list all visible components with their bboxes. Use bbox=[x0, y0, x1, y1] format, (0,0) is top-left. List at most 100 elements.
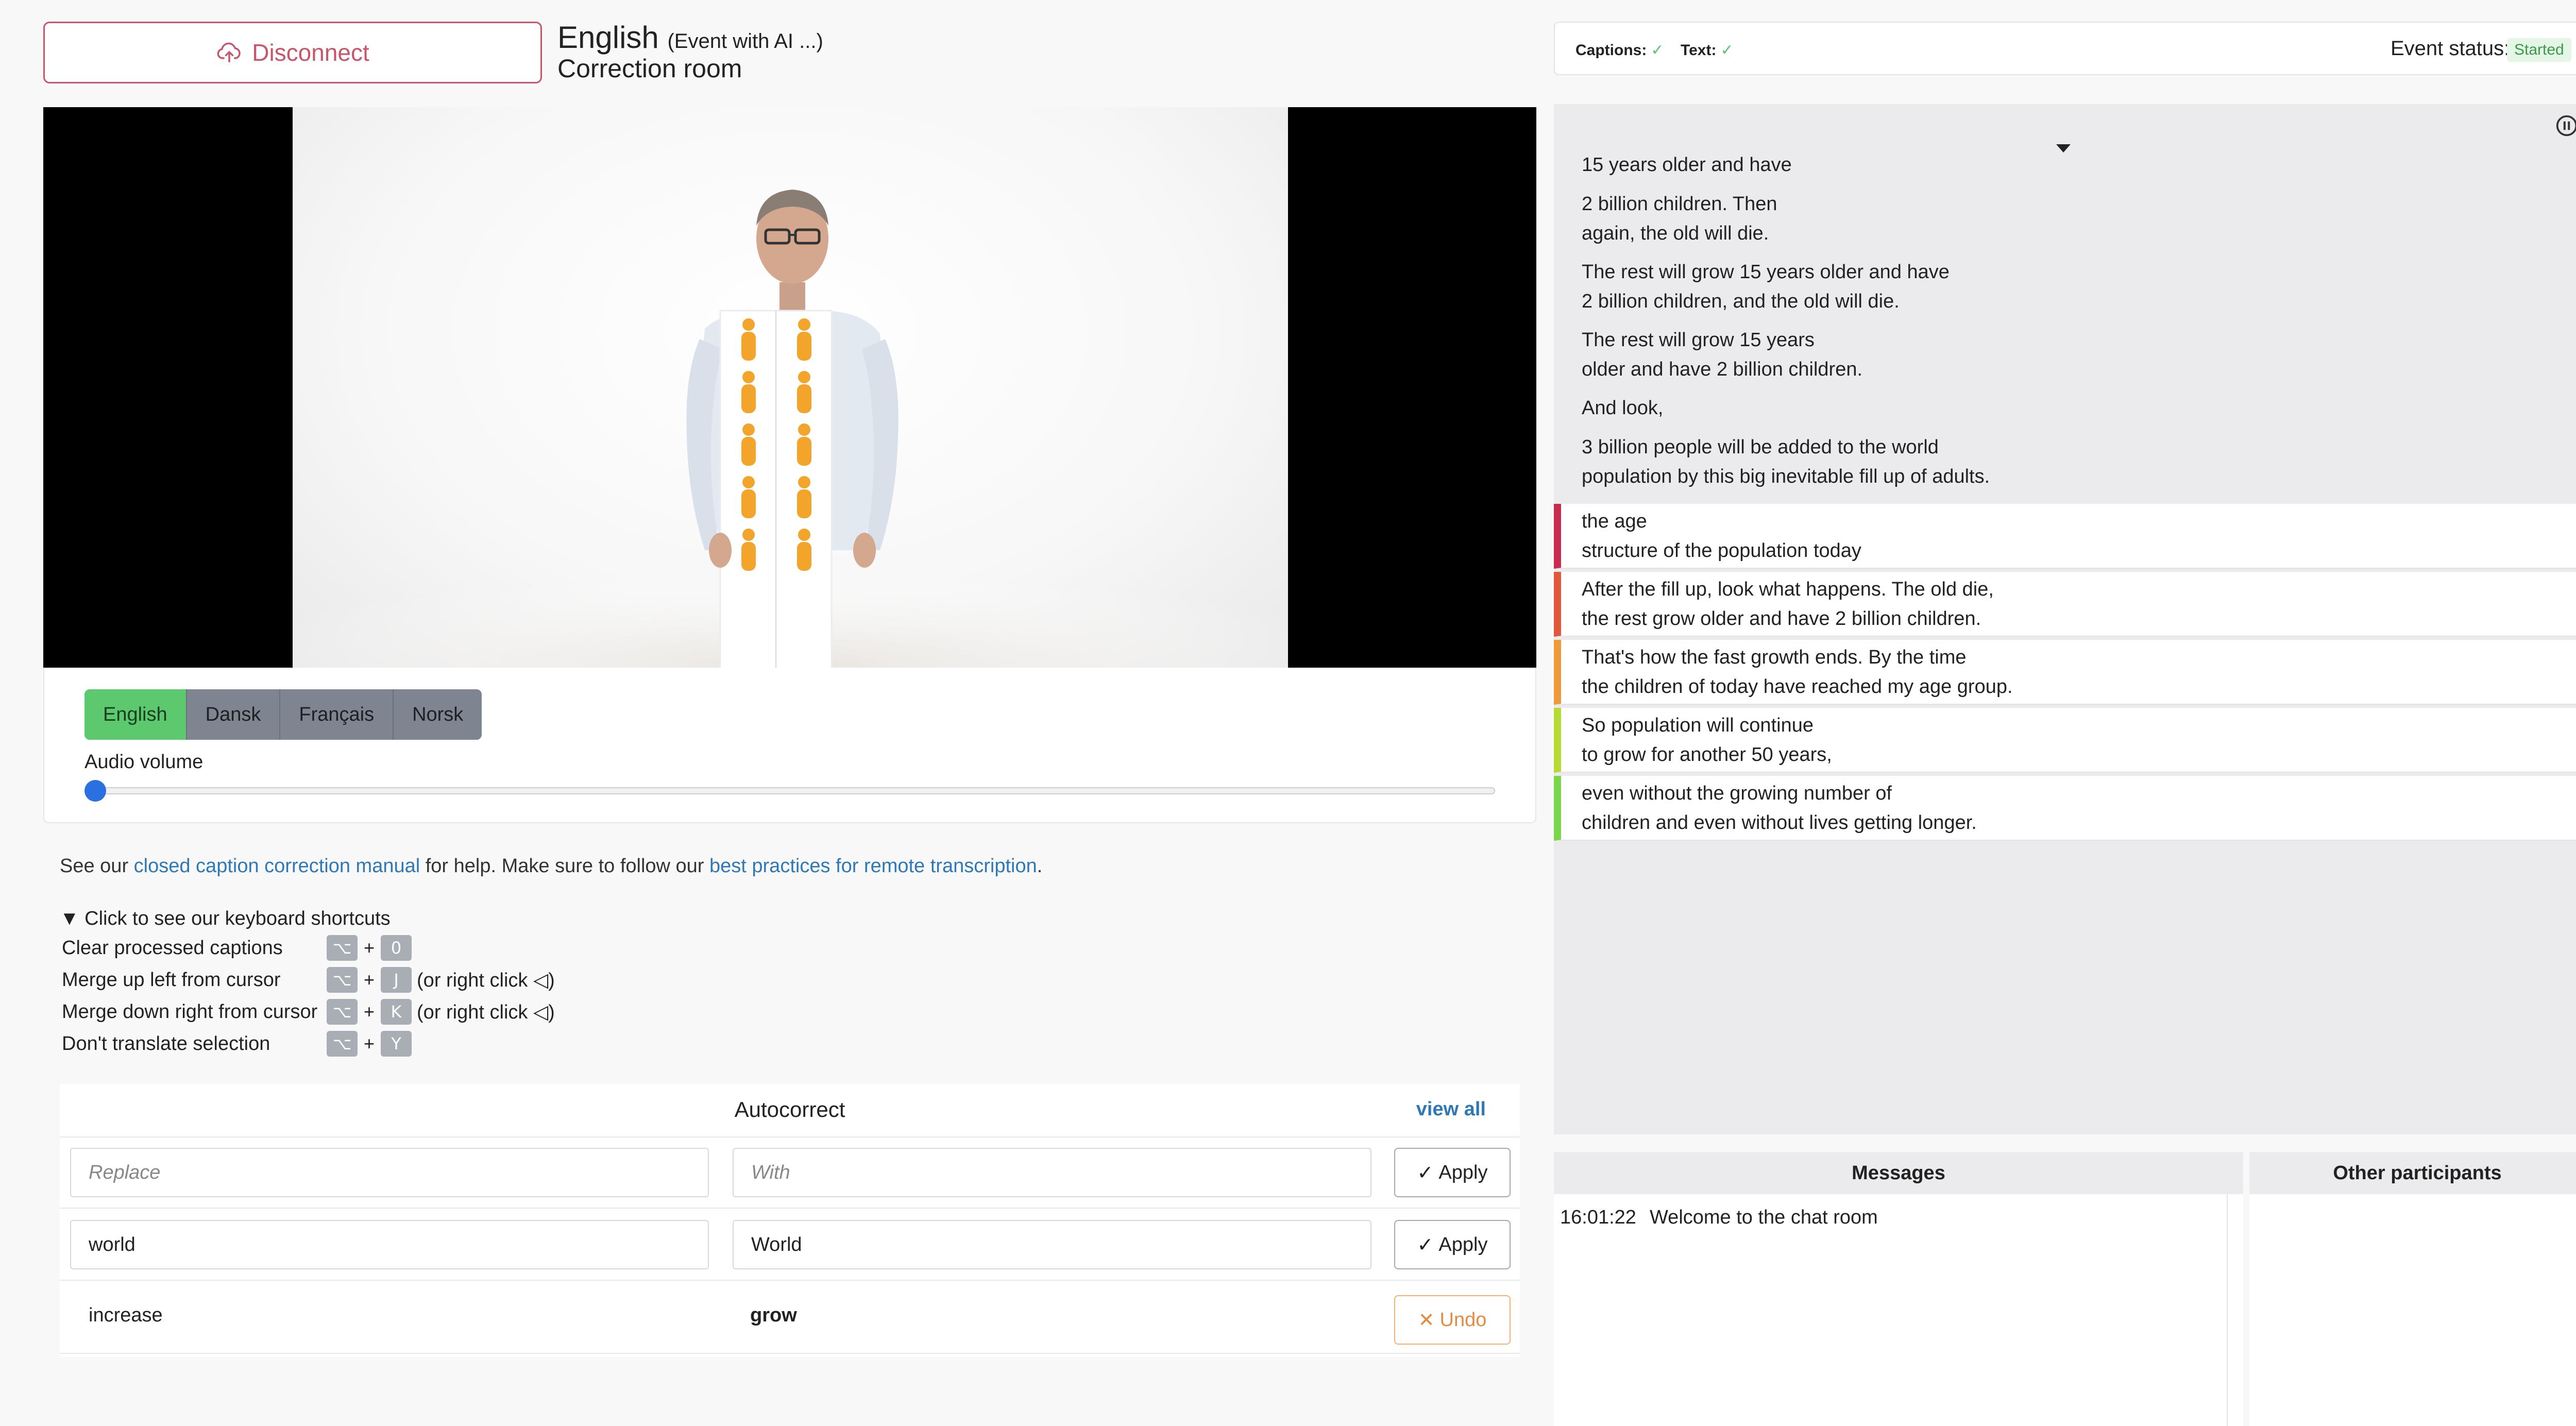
shortcut-note: (or right click ◁) bbox=[417, 1001, 555, 1023]
shortcut-label: Don't translate selection bbox=[62, 1032, 270, 1055]
shortcut-label: Merge up left from cursor bbox=[62, 969, 281, 991]
pending-caption-text[interactable]: That's how the fast growth ends. By the … bbox=[1582, 643, 2013, 702]
event-title: English (Event with AI ...) bbox=[557, 20, 823, 55]
pending-caption-card[interactable]: So population will continue to grow for … bbox=[1554, 708, 2576, 773]
view-all-link[interactable]: view all bbox=[1416, 1098, 1486, 1121]
shortcut-key: 0 bbox=[381, 935, 412, 961]
help-suffix: . bbox=[1037, 855, 1043, 877]
check-icon: ✓ bbox=[1417, 1162, 1434, 1184]
pending-caption-text[interactable]: After the fill up, look what happens. Th… bbox=[1582, 575, 1994, 634]
pending-caption-text[interactable]: So population will continue to grow for … bbox=[1582, 711, 1832, 770]
other-participants-panel: Other participants bbox=[2249, 1152, 2576, 1426]
language-button-norsk[interactable]: Norsk bbox=[394, 689, 482, 740]
pending-caption-text[interactable]: the age structure of the population toda… bbox=[1582, 507, 1861, 566]
event-status-label: Event status: bbox=[2391, 37, 2510, 60]
divider bbox=[60, 1280, 1520, 1281]
plus-sign: + bbox=[364, 1033, 375, 1054]
room-name: Correction room bbox=[557, 54, 742, 83]
plus-sign: + bbox=[364, 937, 375, 958]
text-status: Text: ✓ bbox=[1681, 41, 1734, 59]
shortcut-key: J bbox=[381, 967, 412, 993]
messages-scrollbar[interactable] bbox=[2227, 1194, 2228, 1426]
help-prefix: See our bbox=[60, 855, 134, 877]
plus-sign: + bbox=[364, 1001, 375, 1022]
processed-caption-line[interactable]: again, the old will die. bbox=[1582, 219, 1769, 248]
processed-caption-line[interactable]: population by this big inevitable fill u… bbox=[1582, 462, 1990, 491]
shortcut-label: Clear processed captions bbox=[62, 937, 283, 959]
processed-caption-line[interactable]: 2 billion children, and the old will die… bbox=[1582, 287, 1900, 316]
autocorrect-with-text: grow bbox=[750, 1304, 797, 1326]
option-key-icon: ⌥ bbox=[327, 1031, 358, 1057]
divider bbox=[60, 1353, 1520, 1354]
audio-volume-label: Audio volume bbox=[84, 751, 204, 773]
disconnect-button[interactable]: Disconnect bbox=[43, 22, 542, 83]
caption-line: the rest grow older and have 2 billion c… bbox=[1582, 608, 1981, 630]
shortcut-label: Merge down right from cursor bbox=[62, 1000, 318, 1023]
caption-line: children and even without lives getting … bbox=[1582, 812, 1977, 834]
caret-down-icon[interactable] bbox=[2056, 144, 2071, 152]
apply-button[interactable]: ✓ Apply bbox=[1394, 1220, 1511, 1269]
apply-button[interactable]: ✓ Apply bbox=[1394, 1148, 1511, 1197]
best-practices-link[interactable]: best practices for remote transcription bbox=[709, 855, 1037, 877]
language-volume-panel: English Dansk Français Norsk Audio volum… bbox=[43, 668, 1536, 823]
autocorrect-panel: Autocorrect view all ✓ Apply ✓ Apply inc… bbox=[60, 1084, 1520, 1357]
caption-line: the children of today have reached my ag… bbox=[1582, 676, 2013, 698]
pending-caption-card[interactable]: That's how the fast growth ends. By the … bbox=[1554, 640, 2576, 705]
audio-volume-slider[interactable] bbox=[94, 787, 1495, 794]
check-icon: ✓ bbox=[1651, 42, 1664, 59]
caption-editor[interactable]: 15 years older and have 2 billion childr… bbox=[1554, 104, 2576, 1134]
with-input[interactable] bbox=[733, 1148, 1371, 1197]
processed-caption-line[interactable]: older and have 2 billion children. bbox=[1582, 355, 1862, 384]
video-player[interactable] bbox=[43, 107, 1536, 668]
autocorrect-replace-text: increase bbox=[89, 1304, 163, 1326]
language-button-francais[interactable]: Français bbox=[280, 689, 394, 740]
undo-button[interactable]: ✕ Undo bbox=[1394, 1295, 1511, 1345]
shortcut-row: Clear processed captions ⌥ + 0 bbox=[62, 933, 412, 962]
processed-caption-line[interactable]: And look, bbox=[1582, 394, 1663, 423]
shortcut-note: (or right click ◁) bbox=[417, 969, 555, 991]
with-value-input[interactable] bbox=[733, 1220, 1371, 1269]
shortcut-key: K bbox=[381, 999, 412, 1025]
replace-value-input[interactable] bbox=[70, 1220, 709, 1269]
other-participants-title: Other participants bbox=[2249, 1152, 2576, 1194]
processed-caption-line[interactable]: 3 billion people will be added to the wo… bbox=[1582, 433, 1939, 462]
pending-caption-card[interactable]: After the fill up, look what happens. Th… bbox=[1554, 572, 2576, 637]
processed-caption-line[interactable]: 15 years older and have bbox=[1582, 150, 1792, 180]
message-timestamp: 16:01:22 bbox=[1560, 1207, 1636, 1228]
processed-caption-line[interactable]: The rest will grow 15 years older and ha… bbox=[1582, 258, 1950, 287]
shortcut-row: Merge up left from cursor ⌥ + J (or righ… bbox=[62, 965, 555, 994]
event-language: English bbox=[557, 20, 659, 55]
language-button-dansk[interactable]: Dansk bbox=[187, 689, 281, 740]
pending-caption-text[interactable]: even without the growing number of child… bbox=[1582, 779, 1977, 838]
keyboard-shortcuts-toggle[interactable]: ▼ Click to see our keyboard shortcuts bbox=[60, 908, 391, 930]
pending-caption-card[interactable]: even without the growing number of child… bbox=[1554, 776, 2576, 841]
option-key-icon: ⌥ bbox=[327, 999, 358, 1025]
audio-volume-handle[interactable] bbox=[84, 780, 106, 802]
processed-caption-line[interactable]: The rest will grow 15 years bbox=[1582, 326, 1815, 355]
language-selector: English Dansk Français Norsk bbox=[84, 689, 482, 740]
pause-icon[interactable] bbox=[2555, 114, 2576, 137]
cloud-upload-icon bbox=[217, 42, 241, 63]
event-status-badge: Started bbox=[2507, 38, 2571, 62]
disconnect-label: Disconnect bbox=[252, 39, 369, 66]
help-text: See our closed caption correction manual… bbox=[60, 855, 1042, 877]
pending-caption-card[interactable]: the age structure of the population toda… bbox=[1554, 504, 2576, 569]
apply-label: Apply bbox=[1438, 1233, 1488, 1255]
captions-status: Captions: ✓ bbox=[1575, 41, 1664, 59]
apply-label: Apply bbox=[1438, 1161, 1488, 1183]
processed-caption-line[interactable]: 2 billion children. Then bbox=[1582, 190, 1777, 219]
caption-manual-link[interactable]: closed caption correction manual bbox=[134, 855, 420, 877]
check-icon: ✓ bbox=[1720, 42, 1734, 59]
replace-input[interactable] bbox=[70, 1148, 709, 1197]
caption-line: structure of the population today bbox=[1582, 540, 1861, 562]
divider bbox=[60, 1208, 1520, 1209]
option-key-icon: ⌥ bbox=[327, 935, 358, 961]
plus-sign: + bbox=[364, 969, 375, 990]
video-frame bbox=[293, 107, 1288, 668]
autocorrect-title: Autocorrect bbox=[734, 1097, 845, 1122]
caption-line: After the fill up, look what happens. Th… bbox=[1582, 579, 1994, 600]
language-button-english[interactable]: English bbox=[84, 689, 187, 740]
event-subtitle: (Event with AI ...) bbox=[667, 30, 823, 53]
caption-line: So population will continue bbox=[1582, 715, 1814, 736]
close-icon: ✕ bbox=[1418, 1309, 1435, 1331]
